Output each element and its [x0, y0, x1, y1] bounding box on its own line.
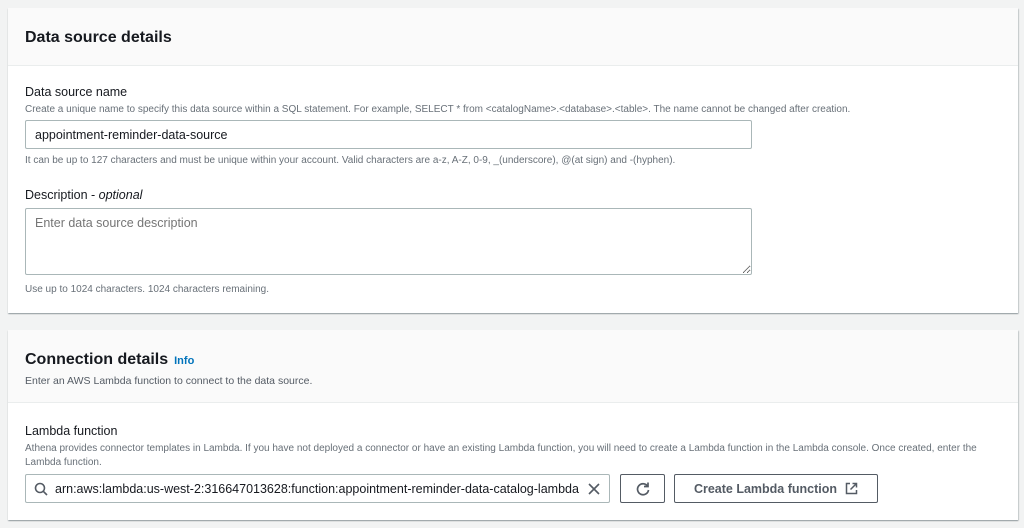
search-icon: [34, 482, 48, 496]
create-lambda-function-button[interactable]: Create Lambda function: [674, 474, 878, 503]
lambda-function-value: arn:aws:lambda:us-west-2:316647013628:fu…: [55, 481, 579, 496]
external-link-icon: [845, 482, 858, 495]
description-label-text: Description -: [25, 188, 99, 202]
clear-icon[interactable]: [587, 482, 601, 496]
refresh-icon: [636, 482, 649, 496]
panel-subtitle: Enter an AWS Lambda function to connect …: [25, 375, 313, 387]
lambda-label: Lambda function: [25, 424, 118, 438]
create-lambda-label: Create Lambda function: [693, 481, 838, 496]
name-label: Data source name: [25, 85, 128, 99]
name-hint: It can be up to 127 characters and must …: [25, 155, 676, 166]
name-description: Create a unique name to specify this dat…: [25, 104, 851, 115]
connection-details-panel: Connection details Info Enter an AWS Lamb…: [8, 330, 1018, 520]
refresh-button[interactable]: [620, 474, 665, 503]
description-textarea[interactable]: [25, 208, 752, 275]
panel-title: Connection details: [25, 351, 169, 368]
info-link[interactable]: Info: [174, 355, 194, 367]
panel-header: Connection details Info Enter an AWS Lamb…: [8, 330, 1018, 403]
panel-title: Data source details: [25, 29, 172, 46]
description-label: Description - optional: [25, 188, 142, 202]
lambda-description: Athena provides connector templates in L…: [25, 443, 977, 468]
optional-text: optional: [98, 188, 143, 202]
panel-header: Data source details: [8, 8, 1018, 66]
lambda-function-search[interactable]: arn:aws:lambda:us-west-2:316647013628:fu…: [25, 474, 610, 503]
data-source-name-input[interactable]: [25, 120, 752, 149]
description-hint: Use up to 1024 characters. 1024 characte…: [25, 284, 270, 295]
data-source-details-panel: Data source details Data source name Cre…: [8, 8, 1018, 313]
